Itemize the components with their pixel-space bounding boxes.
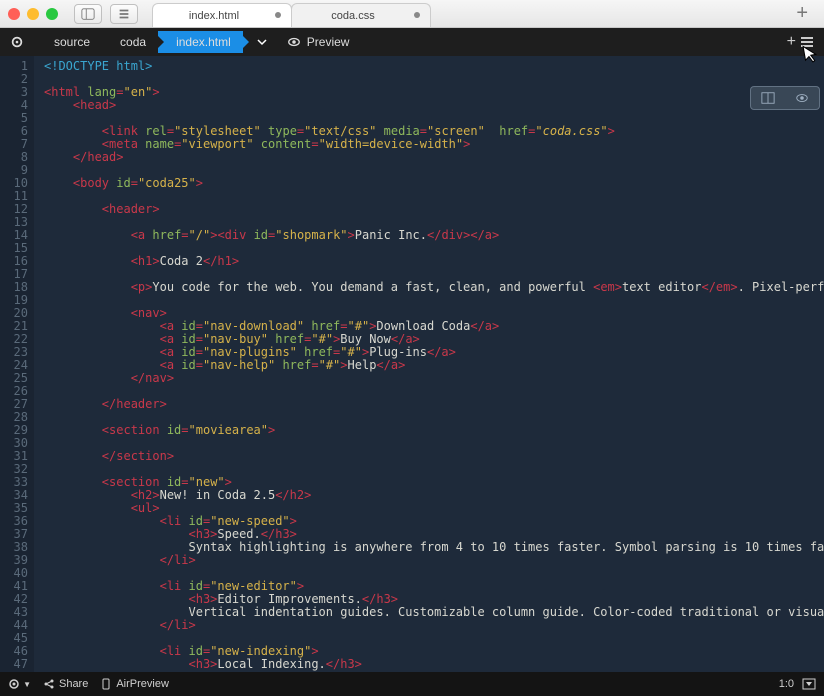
- code-line[interactable]: <section id="moviearea">: [44, 424, 824, 437]
- file-tab[interactable]: index.html: [152, 3, 292, 27]
- settings-button[interactable]: ▼: [8, 678, 31, 690]
- window-controls: [8, 8, 58, 20]
- code-line[interactable]: <p>You code for the web. You demand a fa…: [44, 281, 824, 294]
- code-line[interactable]: <!DOCTYPE html>: [44, 60, 824, 73]
- code-line[interactable]: <h3>Local Indexing.</h3>: [44, 658, 824, 671]
- code-line[interactable]: <body id="coda25">: [44, 177, 824, 190]
- path-chevron[interactable]: [251, 37, 273, 47]
- modified-indicator-icon: [414, 12, 420, 18]
- code-line[interactable]: </head>: [44, 151, 824, 164]
- sidebar-toggle-button[interactable]: [74, 4, 102, 24]
- panel-toggle-icon[interactable]: [802, 677, 816, 691]
- code-line[interactable]: <a href="/"><div id="shopmark">Panic Inc…: [44, 229, 824, 242]
- chevron-down-icon: [257, 37, 267, 47]
- code-line[interactable]: </nav>: [44, 372, 824, 385]
- airpreview-label: AirPreview: [116, 678, 169, 690]
- tab-bar: index.html coda.css: [152, 0, 430, 27]
- code-line[interactable]: </li>: [44, 554, 824, 567]
- share-button[interactable]: Share: [43, 678, 88, 690]
- code-editor[interactable]: 1234567891011121314151617181920212223242…: [0, 56, 824, 672]
- new-tab-button[interactable]: +: [788, 2, 816, 25]
- eye-icon: [795, 91, 809, 105]
- line-number: 47: [2, 658, 28, 671]
- code-line[interactable]: </li>: [44, 619, 824, 632]
- preview-label: Preview: [307, 35, 350, 49]
- eye-icon: [287, 35, 301, 49]
- code-line[interactable]: <head>: [44, 99, 824, 112]
- code-line[interactable]: <h2>New! in Coda 2.5</h2>: [44, 489, 824, 502]
- close-window-button[interactable]: [8, 8, 20, 20]
- maximize-window-button[interactable]: [46, 8, 58, 20]
- file-tab[interactable]: coda.css: [291, 3, 431, 27]
- cursor-position[interactable]: 1:0: [779, 678, 794, 690]
- modified-indicator-icon: [275, 12, 281, 18]
- code-line[interactable]: <h1>Coda 2</h1>: [44, 255, 824, 268]
- path-root-button[interactable]: [0, 31, 36, 53]
- code-area[interactable]: <!DOCTYPE html> <html lang="en"> <head> <…: [34, 56, 824, 672]
- code-line[interactable]: <html lang="en">: [44, 86, 824, 99]
- line-number-gutter: 1234567891011121314151617181920212223242…: [0, 56, 34, 672]
- titlebar: index.html coda.css +: [0, 0, 824, 28]
- path-segment[interactable]: source: [36, 31, 102, 53]
- status-bar: ▼ Share AirPreview 1:0: [0, 672, 824, 696]
- target-icon: [10, 35, 24, 49]
- code-line[interactable]: <meta name="viewport" content="width=dev…: [44, 138, 824, 151]
- share-label: Share: [59, 678, 88, 690]
- share-icon: [43, 678, 55, 690]
- airpreview-button[interactable]: AirPreview: [100, 678, 169, 690]
- code-line[interactable]: <header>: [44, 203, 824, 216]
- floating-overlay-panel[interactable]: [750, 86, 820, 110]
- list-icon: [117, 7, 131, 21]
- path-segment[interactable]: coda: [102, 31, 158, 53]
- preview-button[interactable]: Preview: [281, 35, 356, 49]
- device-icon: [100, 678, 112, 690]
- minimize-window-button[interactable]: [27, 8, 39, 20]
- code-line[interactable]: </section>: [44, 450, 824, 463]
- add-split-button[interactable]: +: [787, 33, 796, 51]
- code-line[interactable]: [44, 190, 824, 203]
- sidebar-icon: [81, 7, 95, 21]
- split-icon: [761, 91, 775, 105]
- view-toggle-button[interactable]: [110, 4, 138, 24]
- tab-label: coda.css: [331, 10, 374, 22]
- code-line[interactable]: [44, 73, 824, 86]
- tab-label: index.html: [189, 10, 239, 22]
- path-bar: sourcecodaindex.html Preview +: [0, 28, 824, 56]
- gear-icon: [8, 678, 20, 690]
- code-line[interactable]: </header>: [44, 398, 824, 411]
- path-segment[interactable]: index.html: [158, 31, 243, 53]
